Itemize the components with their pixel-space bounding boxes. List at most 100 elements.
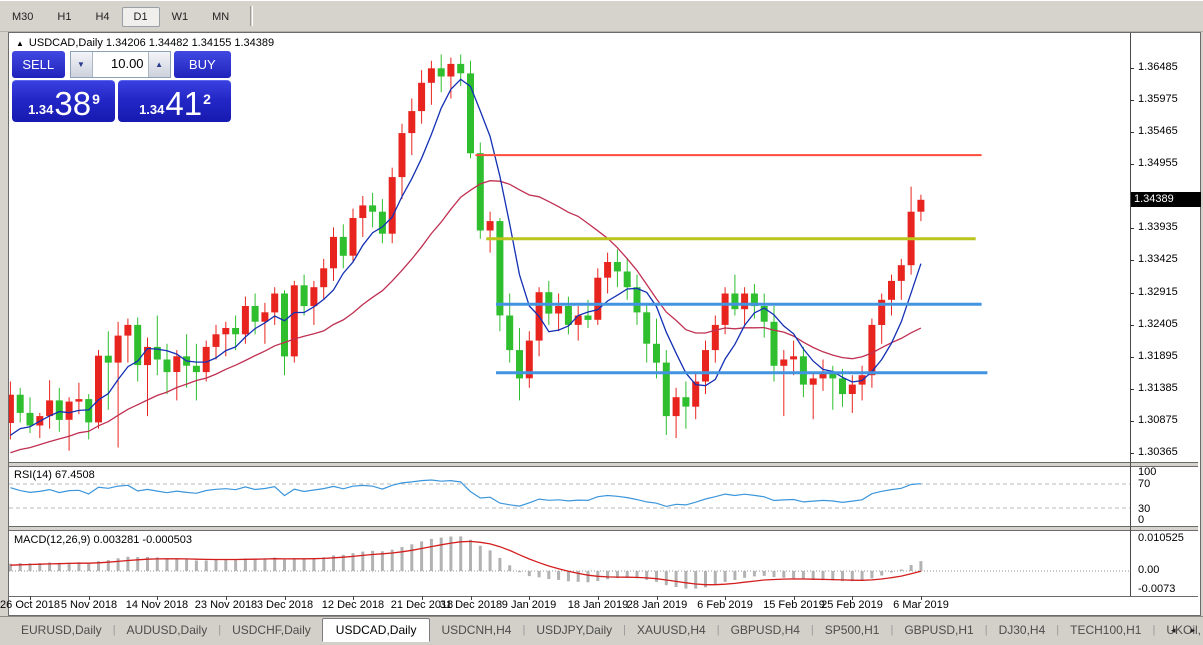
buy-price-button[interactable]: 1.34 41 2 <box>118 80 231 122</box>
buy-button[interactable]: BUY <box>173 51 231 78</box>
candle-body <box>222 328 230 335</box>
axis-tick-mark <box>1130 260 1134 262</box>
candle-body <box>457 63 465 74</box>
candle-body <box>6 394 14 423</box>
candle-body <box>702 350 709 382</box>
candle-body <box>241 306 249 335</box>
chart-tab-usdchf-daily[interactable]: USDCHF,Daily <box>221 620 322 640</box>
timeframe-button-w1[interactable]: W1 <box>160 7 201 27</box>
rsi-panel[interactable] <box>9 466 1130 531</box>
candle-body <box>281 293 288 357</box>
chart-tab-usdcnh-h4[interactable]: USDCNH,H4 <box>430 620 522 640</box>
axis-tick-mark <box>1130 356 1134 358</box>
sell-price-pip: 9 <box>92 91 100 107</box>
rsi-svg[interactable] <box>9 466 1130 526</box>
timeframe-button-mn[interactable]: MN <box>200 7 241 27</box>
scroll-right-icon[interactable]: ▸ <box>1190 625 1195 636</box>
timeframe-button-h4[interactable]: H4 <box>83 7 121 27</box>
axis-tick-mark <box>1130 132 1134 134</box>
candle-body <box>839 378 846 395</box>
candle-body <box>731 293 739 310</box>
rsi-axis-label: 100 <box>1138 466 1157 478</box>
candle-body <box>192 365 200 373</box>
axis-tick-mark <box>1130 324 1134 326</box>
tab-scroll-arrows: ◂ ▸ <box>1171 625 1195 636</box>
chart-tab-sp500-h1[interactable]: SP500,H1 <box>814 620 891 640</box>
macd-axis-label: -0.0073 <box>1138 583 1176 595</box>
candle-body <box>388 177 396 234</box>
candle-body <box>711 324 719 351</box>
sell-button[interactable]: SELL <box>12 51 65 78</box>
candle-body <box>427 68 435 83</box>
candle-body <box>780 359 788 366</box>
chart-tab-dj30-h4[interactable]: DJ30,H4 <box>988 620 1057 640</box>
candle-body <box>447 63 455 77</box>
price-axis-divider <box>1130 33 1131 596</box>
candle-body <box>897 265 905 281</box>
candle-body <box>114 335 122 363</box>
price-axis-label: 1.32915 <box>1138 285 1178 298</box>
buy-price-big: 41 <box>165 85 203 122</box>
candle-body <box>486 221 494 231</box>
sell-price-button[interactable]: 1.34 38 9 <box>12 80 115 122</box>
candle-body <box>848 384 856 394</box>
candle-body <box>330 236 337 269</box>
candle-body <box>26 412 34 426</box>
axis-tick-mark <box>1130 452 1134 454</box>
chart-tab-audusd-daily[interactable]: AUDUSD,Daily <box>116 620 219 640</box>
buy-price-base: 1.34 <box>139 102 165 117</box>
volume-decrease-icon[interactable]: ▼ <box>70 52 93 77</box>
chart-tab-xauusd-h4[interactable]: XAUUSD,H4 <box>626 620 717 640</box>
timeframe-button-h1[interactable]: H1 <box>45 7 83 27</box>
volume-stepper: ▼ 10.00 ▲ <box>69 51 171 78</box>
candle-body <box>144 346 151 366</box>
chart-tab-tech100-h1[interactable]: TECH100,H1 <box>1059 620 1152 640</box>
scroll-left-icon[interactable]: ◂ <box>1171 625 1176 636</box>
candle-body <box>124 324 132 336</box>
candle-body <box>163 359 171 373</box>
volume-input[interactable]: 10.00 <box>93 52 148 77</box>
volume-increase-icon[interactable]: ▲ <box>147 52 170 77</box>
rsi-axis-label: 70 <box>1138 478 1151 490</box>
collapse-arrow-icon[interactable]: ▲ <box>16 39 24 48</box>
candle-body <box>46 400 54 417</box>
candle-body <box>349 218 357 256</box>
chart-tab-gbpusd-h4[interactable]: GBPUSD,H4 <box>720 620 811 640</box>
candle-body <box>232 328 240 335</box>
candle-body <box>320 268 328 288</box>
axis-tick-mark <box>1130 388 1134 390</box>
axis-tick-mark <box>1130 292 1134 294</box>
price-axis-label: 1.35975 <box>1138 93 1178 106</box>
macd-axis-label: 0.00 <box>1138 564 1160 576</box>
candle-body <box>721 293 729 325</box>
price-axis-label: 1.30365 <box>1138 445 1178 458</box>
candle-body <box>662 362 670 417</box>
chart-tab-usdjpy-daily[interactable]: USDJPY,Daily <box>525 620 623 640</box>
candle-body <box>261 312 269 322</box>
candle-body <box>604 262 612 278</box>
chart-tab-usdcad-daily[interactable]: USDCAD,Daily <box>321 618 431 642</box>
chart-tab-gbpusd-h1[interactable]: GBPUSD,H1 <box>893 620 984 640</box>
candle-body <box>212 334 220 347</box>
chart-tab-eurusd-daily[interactable]: EURUSD,Daily <box>10 620 113 640</box>
macd-axis-label: 0.010525 <box>1138 532 1184 544</box>
price-axis-label: 1.33935 <box>1138 221 1178 234</box>
timeframe-button-m30[interactable]: M30 <box>0 7 45 27</box>
candle-body <box>564 306 572 325</box>
candle-body <box>917 199 925 212</box>
candle-body <box>359 205 367 218</box>
timeframe-button-d1[interactable]: D1 <box>121 6 160 27</box>
candle-body <box>555 306 563 314</box>
candle-body <box>104 355 112 363</box>
candle-body <box>408 111 416 134</box>
axis-tick-mark <box>1130 420 1134 422</box>
axis-tick-mark <box>1130 68 1134 70</box>
candle-body <box>300 285 308 307</box>
candle-body <box>594 277 602 320</box>
sell-price-base: 1.34 <box>28 102 54 117</box>
price-axis-label: 1.31895 <box>1138 349 1178 362</box>
axis-tick-mark <box>1130 164 1134 166</box>
chart-title: ▲ USDCAD,Daily 1.34206 1.34482 1.34155 1.… <box>16 37 274 49</box>
chart-tabs: EURUSD,Daily | AUDUSD,Daily | USDCHF,Daily US… <box>10 618 1203 642</box>
chart-tab-bar: EURUSD,Daily | AUDUSD,Daily | USDCHF,Daily US… <box>0 616 1203 645</box>
